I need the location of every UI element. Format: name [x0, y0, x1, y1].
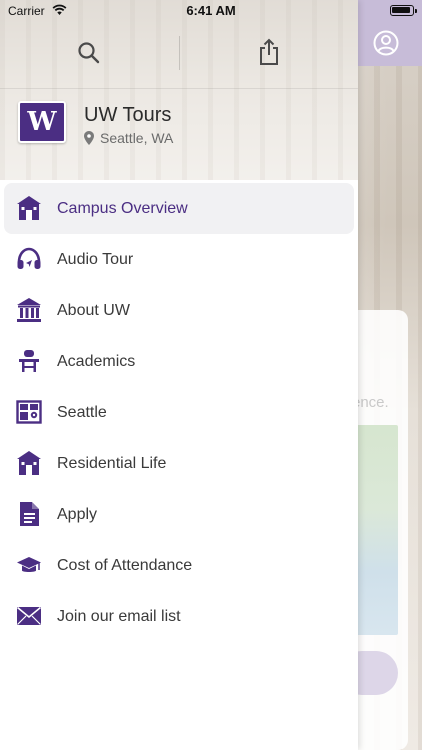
- headphones-icon: [17, 247, 41, 269]
- location-text: Seattle, WA: [100, 130, 174, 146]
- uw-logo: W: [18, 101, 66, 143]
- app-title: UW Tours: [84, 104, 172, 126]
- menu-item-label: Seattle: [57, 403, 107, 421]
- graduation-cap-icon: [17, 557, 41, 572]
- campus-building-icon: [17, 196, 41, 220]
- menu-item-campus-overview[interactable]: Campus Overview: [4, 183, 354, 234]
- menu-item-about-uw[interactable]: About UW: [4, 285, 354, 336]
- desk-icon: [19, 350, 39, 372]
- menu-item-label: Campus Overview: [57, 199, 188, 217]
- menu-item-label: Cost of Attendance: [57, 556, 193, 574]
- search-icon: [78, 42, 100, 64]
- document-icon: [20, 502, 39, 526]
- location-row: Seattle, WA: [84, 130, 173, 146]
- status-bar: Carrier 6:41 AM: [0, 0, 422, 22]
- navigation-drawer: W UW Tours Seattle, WA Campus Overview A…: [0, 0, 358, 750]
- profile-icon[interactable]: [372, 29, 400, 57]
- header-divider: [179, 36, 180, 70]
- search-button[interactable]: [76, 40, 102, 66]
- header-separator: [0, 88, 358, 89]
- menu-item-cost-of-attendance[interactable]: Cost of Attendance: [4, 540, 354, 591]
- menu-item-label: Audio Tour: [57, 250, 134, 268]
- share-button[interactable]: [256, 38, 282, 66]
- menu-item-academics[interactable]: Academics: [4, 336, 354, 387]
- residence-icon: [17, 451, 41, 475]
- menu-item-seattle[interactable]: Seattle: [4, 387, 354, 438]
- columns-icon: [17, 298, 41, 322]
- menu-item-label: About UW: [57, 301, 130, 319]
- status-time: 6:41 AM: [186, 3, 236, 18]
- menu-item-label: Join our email list: [57, 607, 181, 625]
- drawer-menu: Campus Overview Audio Tour About UW Acad…: [0, 183, 358, 642]
- envelope-icon: [16, 606, 42, 625]
- menu-item-label: Apply: [57, 505, 98, 523]
- share-icon: [260, 38, 278, 65]
- city-map-icon: [16, 400, 42, 424]
- map-pin-icon: [84, 131, 94, 145]
- menu-item-label: Academics: [57, 352, 136, 370]
- menu-item-apply[interactable]: Apply: [4, 489, 354, 540]
- menu-item-label: Residential Life: [57, 454, 167, 472]
- drawer-header: [0, 0, 358, 180]
- menu-item-residential-life[interactable]: Residential Life: [4, 438, 354, 489]
- battery-icon: [390, 5, 417, 16]
- menu-item-email-list[interactable]: Join our email list: [4, 591, 354, 642]
- menu-item-audio-tour[interactable]: Audio Tour: [4, 234, 354, 285]
- background-map: [352, 425, 398, 635]
